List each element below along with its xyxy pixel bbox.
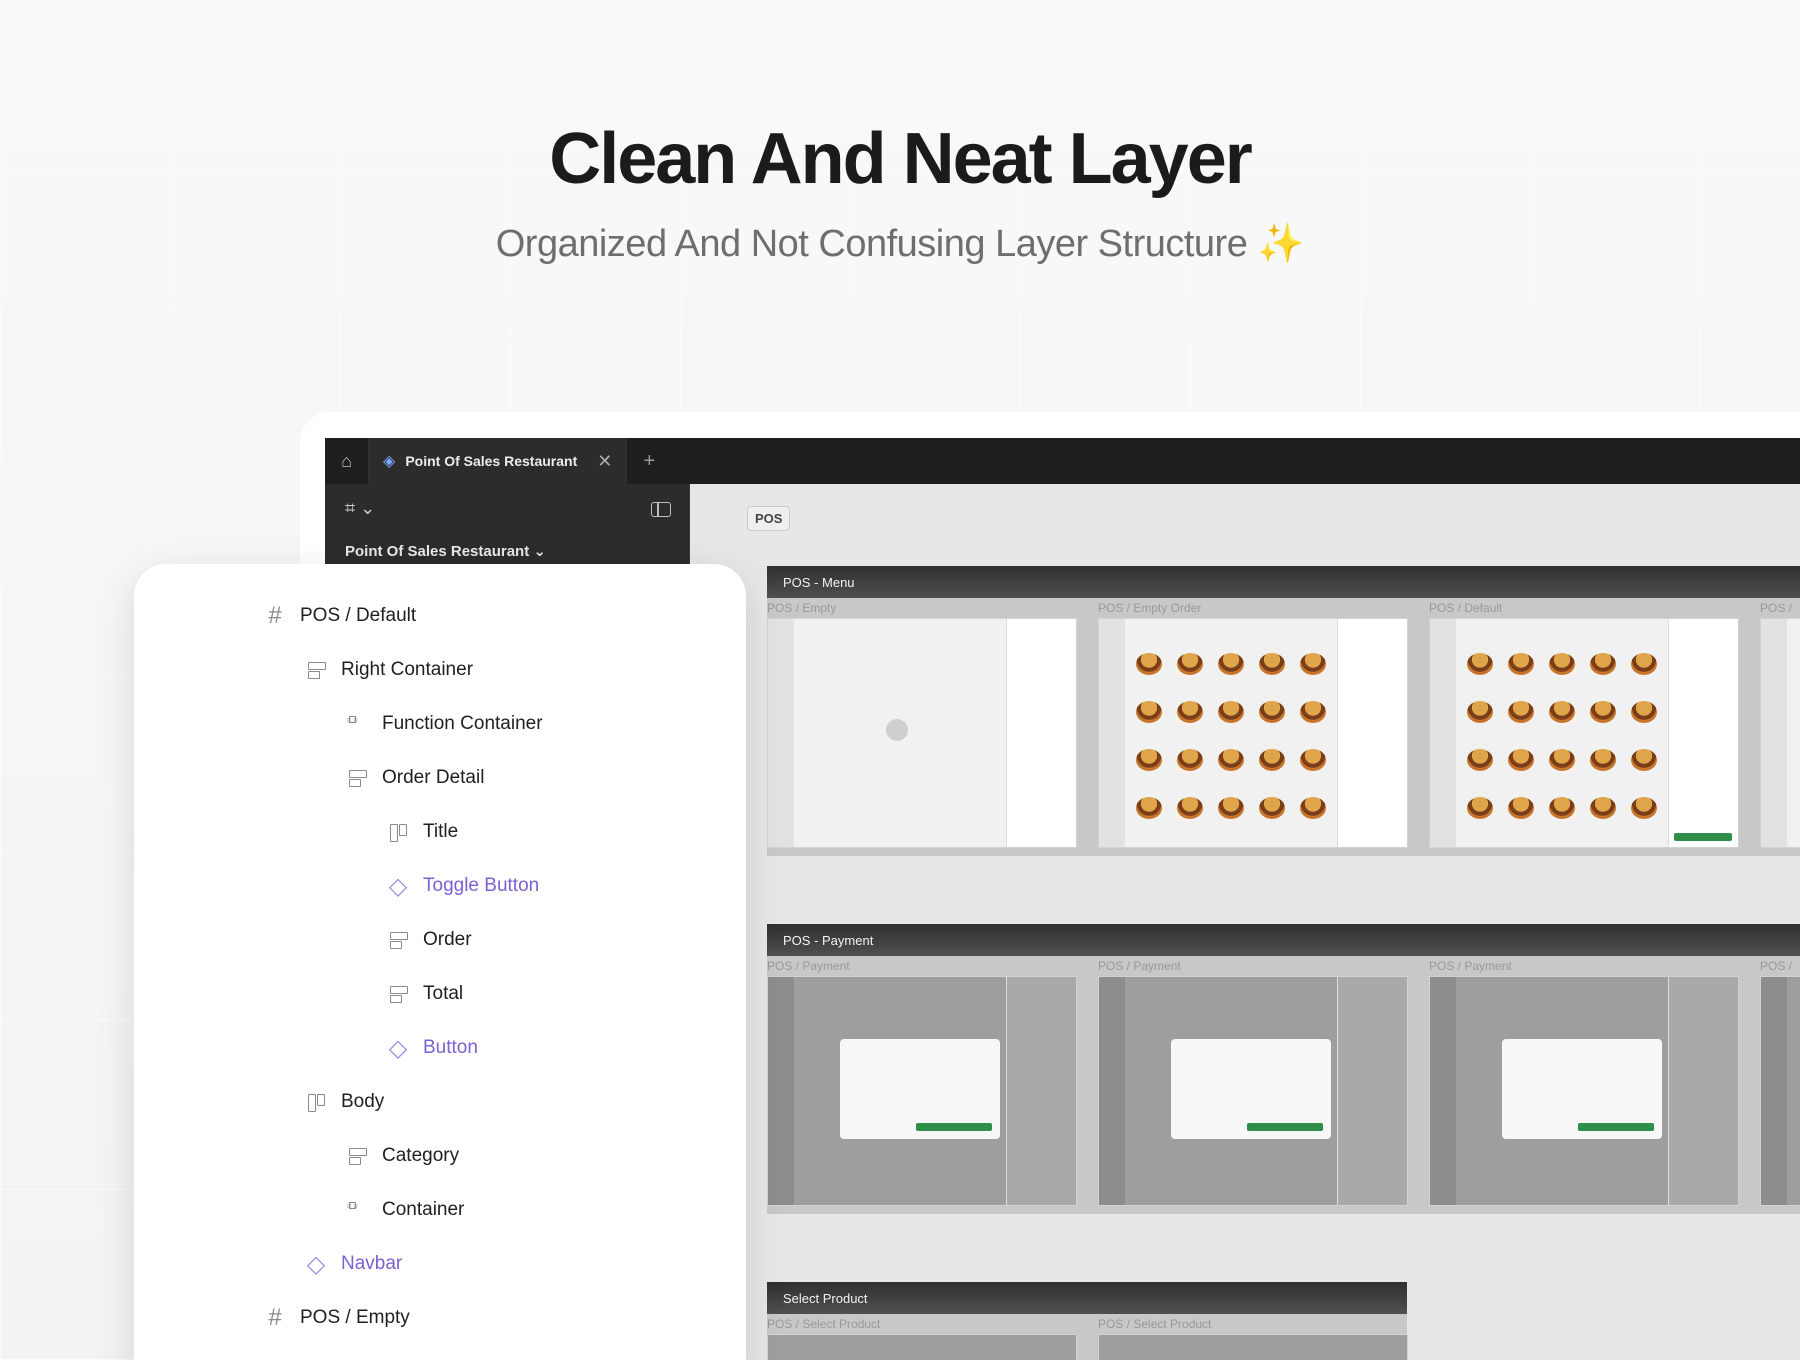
frame-pos-payment[interactable]: [1098, 976, 1408, 1206]
vertical-stack-icon: [305, 1091, 327, 1113]
frame-pos-empty-order[interactable]: [1098, 618, 1408, 848]
home-icon[interactable]: ⌂: [325, 438, 369, 484]
payment-modal: [1171, 1039, 1331, 1139]
layers-panel: POS / Default Right Container Function C…: [134, 564, 746, 1360]
horizontal-stack-icon: [387, 983, 409, 1005]
component-icon: [305, 1253, 327, 1275]
layer-total[interactable]: Total: [387, 967, 463, 1021]
frame-label: POS / Payment: [1429, 959, 1512, 973]
layer-label: Total: [423, 983, 464, 1004]
tab-bar: ⌂ ◈ Point Of Sales Restaurant ✕ +: [325, 438, 1800, 484]
horizontal-stack-icon: [346, 1145, 368, 1167]
frame-label: POS / Payment: [1098, 959, 1181, 973]
layer-order-detail[interactable]: Order Detail: [346, 751, 484, 805]
grid-layout-icon: [346, 709, 368, 735]
layer-category[interactable]: Category: [346, 1129, 459, 1183]
design-canvas[interactable]: POS POS - Menu POS / Empty POS / Empty O…: [690, 484, 1800, 1360]
frame-pos-select-product[interactable]: [767, 1334, 1077, 1360]
layer-body[interactable]: Body: [305, 1075, 384, 1129]
figma-menu-icon[interactable]: ⌗ ⌄: [345, 498, 375, 519]
section-title: Select Product: [767, 1282, 1407, 1314]
frame-pos-payment[interactable]: [767, 976, 1077, 1206]
layer-label: Category: [382, 1145, 460, 1166]
layer-label: Order: [423, 929, 472, 950]
layer-label: Right Container: [341, 659, 474, 680]
layer-container[interactable]: Container: [346, 1183, 464, 1237]
layer-button[interactable]: Button: [387, 1021, 478, 1075]
tab-point-of-sales[interactable]: ◈ Point Of Sales Restaurant ✕: [369, 438, 628, 484]
frame-icon: [264, 1307, 286, 1329]
headline: Clean And Neat Layer: [549, 119, 1253, 199]
component-icon: [387, 1037, 409, 1059]
frame-pos-partial[interactable]: [1760, 618, 1800, 848]
page-badge[interactable]: POS: [747, 506, 791, 531]
frame-label: POS / Default: [1429, 601, 1503, 615]
frame-pos-payment[interactable]: [1429, 976, 1739, 1206]
payment-modal: [1502, 1039, 1662, 1139]
project-name[interactable]: Point Of Sales Restaurant ⌄: [345, 542, 546, 560]
layer-navbar[interactable]: Navbar: [305, 1237, 402, 1291]
layer-label: Function Container: [382, 713, 543, 734]
close-icon[interactable]: ✕: [597, 451, 612, 472]
frame-label: POS / Empty: [767, 601, 837, 615]
frame-label: POS /: [1760, 959, 1793, 973]
frame-pos-select-product[interactable]: [1098, 1334, 1408, 1360]
horizontal-stack-icon: [305, 659, 327, 681]
layer-label: Order Detail: [382, 767, 485, 788]
payment-modal: [840, 1039, 1000, 1139]
layer-label: Title: [423, 821, 459, 842]
frame-pos-partial[interactable]: [1760, 976, 1800, 1206]
vertical-stack-icon: [387, 821, 409, 843]
section-title: POS - Menu: [767, 566, 1800, 598]
frame-label: POS / Payment: [767, 959, 850, 973]
file-icon: ◈: [383, 453, 396, 470]
frame-icon: [264, 605, 286, 627]
frame-label: POS / Select Product: [1098, 1317, 1212, 1331]
frame-pos-empty[interactable]: [767, 618, 1077, 848]
frame-label: POS / Empty Order: [1098, 601, 1202, 615]
layer-title[interactable]: Title: [387, 805, 458, 859]
layer-pos-default[interactable]: POS / Default: [264, 589, 416, 643]
layer-right-container[interactable]: Right Container: [305, 643, 473, 697]
layer-label: Body: [341, 1091, 385, 1112]
layer-label: POS / Empty: [300, 1307, 410, 1328]
frame-pos-default[interactable]: [1429, 618, 1739, 848]
layer-order[interactable]: Order: [387, 913, 472, 967]
panel-toggle-icon[interactable]: [651, 502, 671, 517]
layer-label: Toggle Button: [423, 875, 540, 896]
tab-title: Point Of Sales Restaurant: [405, 453, 578, 469]
component-icon: [387, 875, 409, 897]
frame-label: POS / Select Product: [767, 1317, 881, 1331]
layer-label: Navbar: [341, 1253, 403, 1274]
grid-layout-icon: [346, 1195, 368, 1221]
layer-function-container[interactable]: Function Container: [346, 697, 543, 751]
layer-toggle-button[interactable]: Toggle Button: [387, 859, 539, 913]
empty-state-icon: [886, 719, 908, 741]
layer-label: POS / Default: [300, 605, 417, 626]
section-title: POS - Payment: [767, 924, 1800, 956]
horizontal-stack-icon: [346, 767, 368, 789]
horizontal-stack-icon: [387, 929, 409, 951]
layer-pos-empty[interactable]: POS / Empty: [264, 1291, 410, 1345]
frame-label: POS /: [1760, 601, 1793, 615]
subheadline: Organized And Not Confusing Layer Struct…: [495, 223, 1305, 265]
layer-label: Container: [382, 1199, 465, 1220]
layer-label: Button: [423, 1037, 478, 1058]
new-tab-icon[interactable]: +: [627, 450, 671, 473]
